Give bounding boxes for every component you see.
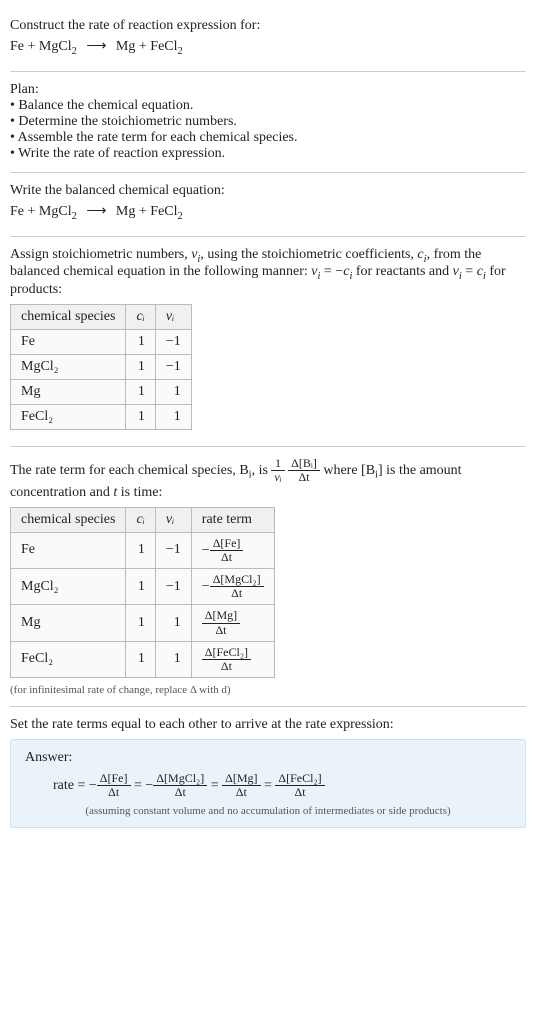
col-nui: νᵢ: [155, 305, 191, 330]
stoich-table-2: chemical species cᵢ νᵢ rate term Fe1−1−Δ…: [10, 507, 275, 679]
reactant-1: Fe: [10, 39, 24, 54]
plan-item-4: • Write the rate of reaction expression.: [10, 146, 526, 162]
table-row: FeCl₂11: [11, 405, 192, 430]
table-header-row: chemical species cᵢ νᵢ rate term: [11, 507, 275, 532]
intro-title: Construct the rate of reaction expressio…: [10, 18, 526, 34]
balanced-equation: Fe + MgCl2 ⟶ Mg + FeCl2: [10, 203, 526, 222]
intro-equation: Fe + MgCl2 ⟶ Mg + FeCl2: [10, 38, 526, 57]
arrow-icon: ⟶: [80, 204, 112, 219]
table-row: MgCl₂1−1−Δ[MgCl₂]Δt: [11, 568, 275, 604]
table-row: FeCl₂11Δ[FeCl₂]Δt: [11, 641, 275, 677]
plan-section: Plan: • Balance the chemical equation. •…: [10, 72, 526, 173]
table-row: Fe1−1: [11, 330, 192, 355]
reactant-2: MgCl2: [39, 39, 77, 54]
balanced-title: Write the balanced chemical equation:: [10, 183, 526, 199]
product-1: Mg: [116, 39, 135, 54]
plan-title: Plan:: [10, 82, 526, 98]
table-row: MgCl₂1−1: [11, 355, 192, 380]
rateterm-section: The rate term for each chemical species,…: [10, 447, 526, 707]
setequal-text: Set the rate terms equal to each other t…: [10, 717, 526, 733]
col-species: chemical species: [11, 305, 126, 330]
rateterm-text: The rate term for each chemical species,…: [10, 457, 526, 500]
assign-section: Assign stoichiometric numbers, νi, using…: [10, 237, 526, 448]
stoich-table-1: chemical species cᵢ νᵢ Fe1−1 MgCl₂1−1 Mg…: [10, 304, 192, 430]
answer-expression: rate = −Δ[Fe]Δt = −Δ[MgCl₂]Δt = Δ[Mg]Δt …: [25, 772, 511, 799]
plan-item-1: • Balance the chemical equation.: [10, 98, 526, 114]
answer-note: (assuming constant volume and no accumul…: [25, 805, 511, 817]
answer-label: Answer:: [25, 750, 511, 766]
arrow-icon: ⟶: [80, 39, 112, 54]
plan-item-3: • Assemble the rate term for each chemic…: [10, 130, 526, 146]
setequal-section: Set the rate terms equal to each other t…: [10, 707, 526, 838]
intro-section: Construct the rate of reaction expressio…: [10, 8, 526, 72]
col-ci: cᵢ: [126, 305, 155, 330]
table-row: Mg11: [11, 380, 192, 405]
frac-1-over-nu: 1νᵢ: [271, 457, 284, 484]
frac-dBi-dt: Δ[Bᵢ]Δt: [288, 457, 320, 484]
table-row: Fe1−1−Δ[Fe]Δt: [11, 532, 275, 568]
answer-box: Answer: rate = −Δ[Fe]Δt = −Δ[MgCl₂]Δt = …: [10, 739, 526, 828]
plan-item-2: • Determine the stoichiometric numbers.: [10, 114, 526, 130]
assign-text: Assign stoichiometric numbers, νi, using…: [10, 247, 526, 299]
table-header-row: chemical species cᵢ νᵢ: [11, 305, 192, 330]
table-row: Mg11Δ[Mg]Δt: [11, 605, 275, 641]
infinitesimal-note: (for infinitesimal rate of change, repla…: [10, 684, 526, 696]
product-2: FeCl2: [150, 39, 182, 54]
balanced-section: Write the balanced chemical equation: Fe…: [10, 173, 526, 237]
